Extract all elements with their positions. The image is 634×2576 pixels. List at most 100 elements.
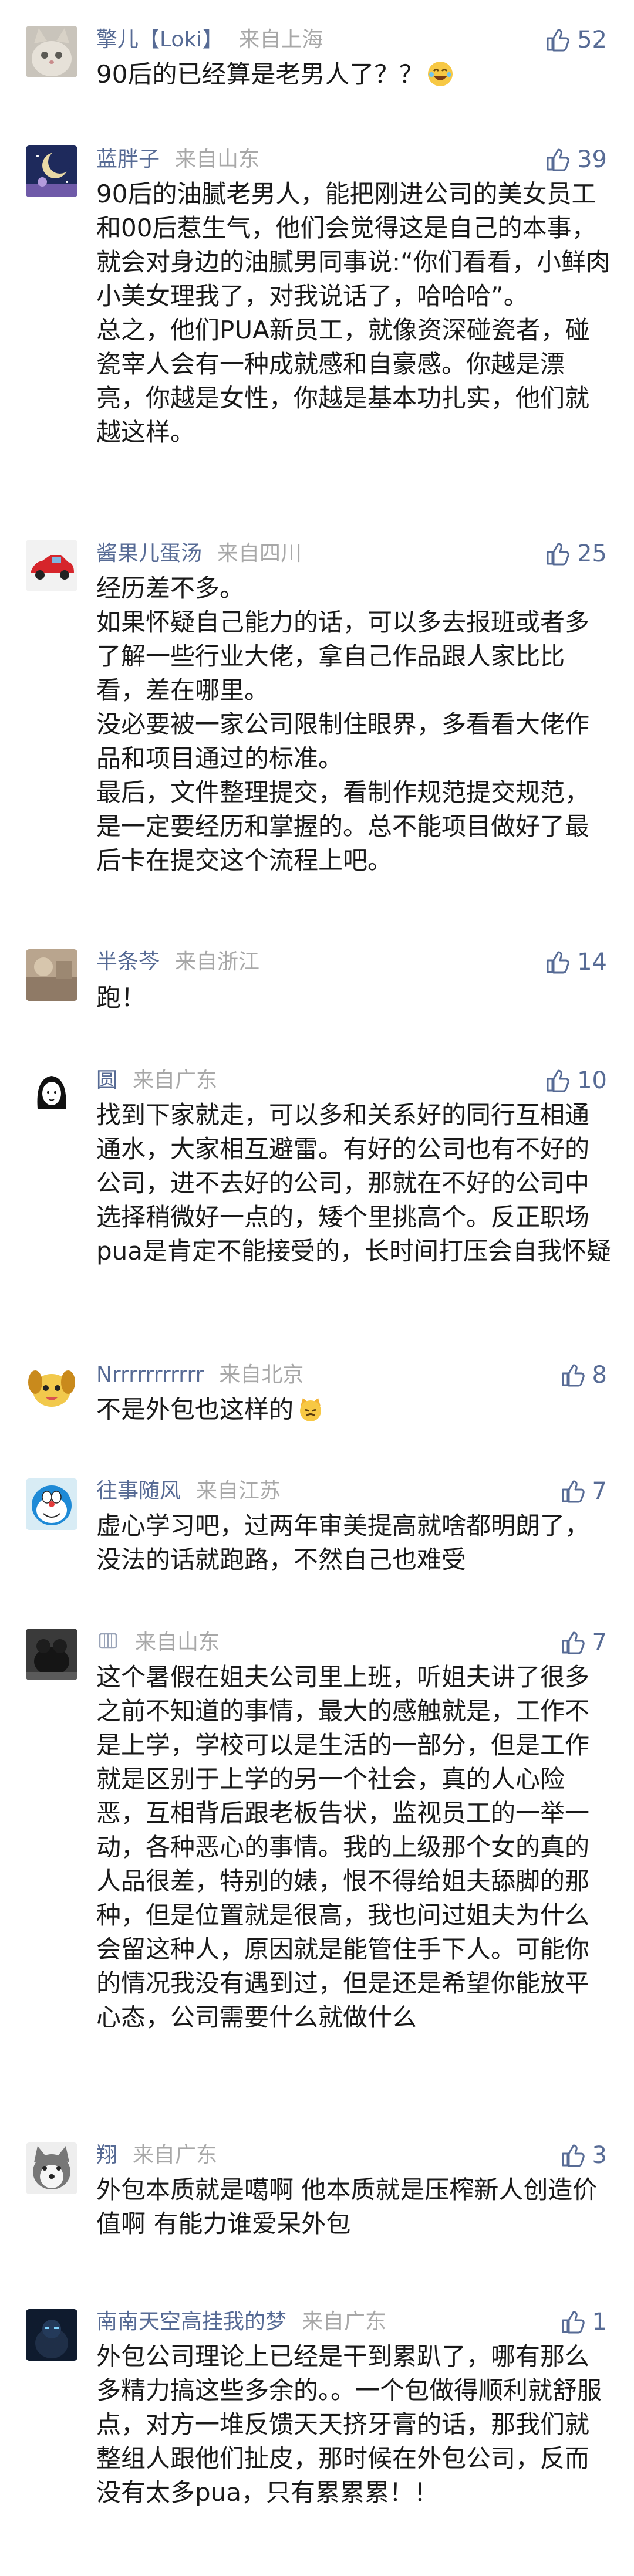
comment-content: 跑！ — [96, 981, 613, 1015]
comment-paragraph: 如果怀疑自己能力的话，可以多去报班或者多了解一些行业大佬，拿自己作品跟人家比比看… — [96, 608, 590, 705]
thumbs-up-icon — [543, 1067, 570, 1094]
cartoon-dog-avatar-icon — [26, 1361, 77, 1413]
comment-meta: 圆来自广东 — [96, 1064, 217, 1097]
location: 来自浙江 — [175, 950, 260, 974]
avatar[interactable] — [26, 540, 77, 591]
like-count: 10 — [577, 1067, 607, 1094]
comment-paragraph: 这个暑假在姐夫公司里上班，听姐夫讲了很多之前不知道的事情，最大的感触就是，工作不… — [96, 1663, 590, 2032]
blurry-photo-avatar-icon — [26, 949, 77, 1001]
like-count: 25 — [577, 540, 607, 567]
nickname[interactable]: Nrrrrrrrrrrr — [96, 1363, 204, 1387]
avatar[interactable] — [26, 1629, 77, 1680]
thumbs-up-icon — [558, 1362, 585, 1389]
location: 来自广东 — [133, 2143, 218, 2167]
like-count: 1 — [592, 2308, 607, 2335]
comment-content: 经历差不多。 如果怀疑自己能力的话，可以多去报班或者多了解一些行业大佬，拿自己作… — [96, 571, 613, 878]
nickname[interactable]: 翔 — [96, 2143, 117, 2167]
nickname[interactable]: 往事随风 — [96, 1479, 181, 1503]
comment-paragraph: 没必要被一家公司限制住眼界，多看看大佬作品和项目通过的标准。 — [96, 710, 590, 773]
location: 来自上海 — [238, 28, 323, 52]
comment-meta: 酱果儿蛋汤 来自四川 — [96, 537, 302, 570]
comment-content: 外包公司理论上已经是干到累趴了，哪有那么多精力搞这些多余的。。一个包做得顺利就舒… — [96, 2340, 613, 2510]
comment-content: 不是外包也这样的 — [96, 1393, 613, 1427]
comment-meta: 往事随风 来自江苏 — [96, 1475, 281, 1508]
like-button[interactable]: 25 — [543, 537, 607, 570]
comment-content: 虚心学习吧，过两年审美提高就啥都明朗了，没法的话就跑路，不然自己也难受 — [96, 1509, 613, 1577]
comment-paragraph: 总之，他们PUA新员工，就像资深碰瓷者，碰瓷宰人会有一种成就感和自豪感。你越是漂… — [96, 316, 590, 446]
location: 来自江苏 — [196, 1479, 281, 1503]
thumbs-up-icon — [558, 1478, 585, 1505]
comment-paragraph: 找到下家就走，可以多和关系好的同行互相通通水，大家相互避雷。有好的公司也有不好的… — [96, 1101, 612, 1265]
moon-night-avatar-icon — [26, 145, 77, 197]
comment-paragraph: 经历差不多。 — [96, 574, 245, 602]
like-button[interactable]: 3 — [558, 2139, 607, 2172]
location: 来自广东 — [302, 2310, 387, 2334]
nickname[interactable]: 蓝胖子 — [96, 147, 160, 171]
comment-paragraph: 外包公司理论上已经是干到累趴了，哪有那么多精力搞这些多余的。。一个包做得顺利就舒… — [96, 2342, 602, 2507]
red-car-avatar-icon — [26, 540, 77, 591]
cat-avatar-icon — [26, 26, 77, 77]
thumbs-up-icon — [558, 2142, 585, 2169]
avatar[interactable] — [26, 2309, 77, 2361]
girl-sketch-avatar-icon — [26, 1068, 77, 1119]
comment-content: 90后的已经算是老男人了？？ — [96, 57, 613, 92]
nickname[interactable] — [96, 1630, 120, 1654]
symbol-icon — [96, 1629, 120, 1653]
location: 来自四川 — [217, 541, 302, 566]
comment-meta: 翔来自广东 — [96, 2139, 217, 2172]
like-button[interactable]: 10 — [543, 1064, 607, 1097]
location: 来自北京 — [219, 1363, 304, 1387]
avatar[interactable] — [26, 1361, 77, 1413]
nickname[interactable]: 圆 — [96, 1068, 117, 1092]
like-count: 39 — [577, 146, 607, 173]
location: 来自山东 — [175, 147, 260, 171]
nickname[interactable]: 半条芩 — [96, 950, 160, 974]
comment-paragraph: 外包本质就是噶啊 他本质就是压榨新人创造价值啊 有能力谁爱呆外包 — [96, 2175, 598, 2238]
like-button[interactable]: 7 — [558, 1626, 607, 1659]
comment-meta: Nrrrrrrrrrrr 来自北京 — [96, 1359, 303, 1392]
laughing-emoji-icon — [427, 60, 454, 87]
thumbs-up-icon — [558, 1629, 585, 1656]
comment-paragraph: 90后的油腻老男人，能把刚进公司的美女员工和00后惹生气，他们会觉得这是自己的本… — [96, 180, 611, 310]
like-button[interactable]: 52 — [543, 23, 607, 56]
comment-content: 这个暑假在姐夫公司里上班，听姐夫讲了很多之前不知道的事情，最大的感触就是，工作不… — [96, 1660, 613, 2035]
nickname[interactable]: 酱果儿蛋汤 — [96, 541, 202, 566]
like-button[interactable]: 8 — [558, 1359, 607, 1392]
comment-text: 不是外包也这样的 — [96, 1395, 294, 1424]
like-button[interactable]: 7 — [558, 1475, 607, 1508]
comment-meta: 蓝胖子 来自山东 — [96, 143, 259, 176]
thumbs-up-icon — [543, 949, 570, 976]
comment-paragraph: 虚心学习吧，过两年审美提高就啥都明朗了，没法的话就跑路，不然自己也难受 — [96, 1511, 590, 1574]
thumbs-up-icon — [558, 2308, 585, 2335]
comment-meta: 来自山东 — [96, 1626, 220, 1659]
comment-paragraph: 最后，文件整理提交，看制作规范提交规范，是一定要经历和掌握的。总不能项目做好了最… — [96, 778, 590, 875]
dark-animal-avatar-icon — [26, 1629, 77, 1680]
comment-paragraph: 跑！ — [96, 983, 146, 1012]
like-count: 8 — [592, 1362, 607, 1389]
avatar[interactable] — [26, 949, 77, 1001]
comment-meta: 半条芩 来自浙江 — [96, 946, 259, 979]
like-count: 3 — [592, 2142, 607, 2169]
avatar[interactable] — [26, 1068, 77, 1119]
avatar[interactable] — [26, 145, 77, 197]
thumbs-up-icon — [543, 146, 570, 173]
avatar[interactable] — [26, 1478, 77, 1530]
like-count: 52 — [577, 26, 607, 53]
nickname[interactable]: 南南天空高挂我的梦 — [96, 2310, 286, 2334]
dark-figure-avatar-icon — [26, 2309, 77, 2361]
like-button[interactable]: 14 — [543, 946, 607, 979]
like-button[interactable]: 39 — [543, 143, 607, 176]
comment-content: 90后的油腻老男人，能把刚进公司的美女员工和00后惹生气，他们会觉得这是自己的本… — [96, 177, 613, 449]
comment-content: 找到下家就走，可以多和关系好的同行互相通通水，大家相互避雷。有好的公司也有不好的… — [96, 1098, 613, 1268]
husky-avatar-icon — [26, 2142, 77, 2194]
avatar[interactable] — [26, 26, 77, 77]
thumbs-up-icon — [543, 540, 570, 567]
thumbs-up-icon — [543, 26, 570, 53]
comment-meta: 南南天空高挂我的梦 来自广东 — [96, 2306, 386, 2338]
like-button[interactable]: 1 — [558, 2306, 607, 2338]
cat-face-emoji-icon — [297, 1396, 324, 1423]
nickname[interactable]: 擎儿【Loki】 — [96, 28, 223, 52]
like-count: 7 — [592, 1629, 607, 1656]
avatar[interactable] — [26, 2142, 77, 2194]
like-count: 14 — [577, 949, 607, 976]
